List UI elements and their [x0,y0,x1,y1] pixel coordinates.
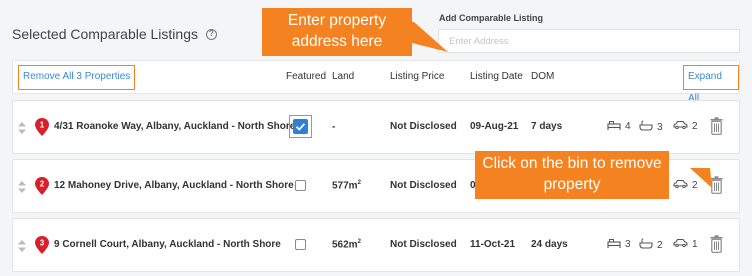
callout-enter-address: Enter property address here [262,8,412,56]
featured-checkbox[interactable] [295,239,306,250]
date-cell: 11-Oct-21 [470,239,516,250]
col-land: Land [332,71,355,82]
featured-checkbox[interactable] [293,119,308,134]
land-cell: 577m2 [332,180,361,191]
page-title-text: Selected Comparable Listings [12,26,198,42]
remove-all-button[interactable]: Remove All 3 Properties [18,65,136,90]
listing-address[interactable]: 4/31 Roanoke Way, Albany, Auckland - Nor… [54,121,295,132]
price-cell: Not Disclosed [390,180,457,191]
callout-bin: Click on the bin to remove property [475,151,669,199]
listings-header: Remove All 3 Properties Featured Land Li… [12,60,740,104]
beds-count: 3 [625,239,631,250]
baths-count: 3 [657,121,663,133]
car-icon [673,238,692,250]
date-cell: 09-Aug-21 [470,121,519,132]
map-pin-icon: 3 [35,236,49,254]
dom-cell: 24 days [531,239,568,250]
listing-row: 1 4/31 Roanoke Way, Albany, Auckland - No… [12,100,740,154]
bath-icon [639,120,657,134]
col-listing-price: Listing Price [390,71,445,82]
map-pin-icon: 1 [35,118,49,136]
land-unit-sup: 2 [357,180,361,186]
col-dom: DOM [531,71,555,82]
beds-feature: 4 [607,120,631,133]
featured-checkbox[interactable] [295,180,306,191]
drag-handle-icon[interactable] [18,122,26,134]
land-value: - [332,121,336,133]
page-title: Selected Comparable Listings ? [12,26,217,42]
pin-number: 2 [40,180,45,189]
cars-feature: 1 [673,238,698,250]
address-input[interactable] [438,29,740,53]
add-listing-label: Add Comparable Listing [439,13,544,23]
dom-cell: 7 days [531,121,563,132]
baths-feature: 2 [639,238,663,252]
help-icon[interactable]: ? [206,28,217,40]
listing-row: 3 9 Cornell Court, Albany, Auckland - Nor… [12,218,740,272]
callout-arrow-bin [690,168,712,188]
cars-count: 2 [692,120,698,132]
land-unit-sup: 2 [357,239,361,245]
col-listing-date: Listing Date [470,71,523,82]
trash-bin-icon[interactable] [710,117,723,135]
price-cell: Not Disclosed [390,121,457,132]
cars-count: 1 [692,238,698,250]
pin-number: 3 [40,239,45,248]
land-cell: 562m2 [332,239,361,250]
drag-handle-icon[interactable] [18,181,26,193]
price-cell: Not Disclosed [390,239,457,250]
bath-icon [639,238,657,252]
land-value: 562m [332,239,358,251]
trash-bin-icon[interactable] [710,235,723,253]
listing-address[interactable]: 9 Cornell Court, Albany, Auckland - Nort… [54,239,281,250]
cars-feature: 2 [673,120,698,132]
beds-count: 4 [625,121,631,132]
col-featured: Featured [286,71,327,82]
beds-feature: 3 [607,238,631,251]
baths-count: 2 [657,239,663,251]
pin-number: 1 [40,121,45,130]
map-pin-icon: 2 [35,177,49,195]
drag-handle-icon[interactable] [18,240,26,252]
expand-all-button[interactable]: Expand All [683,65,739,104]
baths-feature: 3 [639,120,663,134]
listing-address[interactable]: 12 Mahoney Drive, Albany, Auckland - Nor… [54,180,294,191]
bed-icon [607,120,625,133]
bed-icon [607,238,625,251]
land-value: 577m [332,180,358,192]
land-cell: - [332,121,335,132]
car-icon [673,120,692,132]
